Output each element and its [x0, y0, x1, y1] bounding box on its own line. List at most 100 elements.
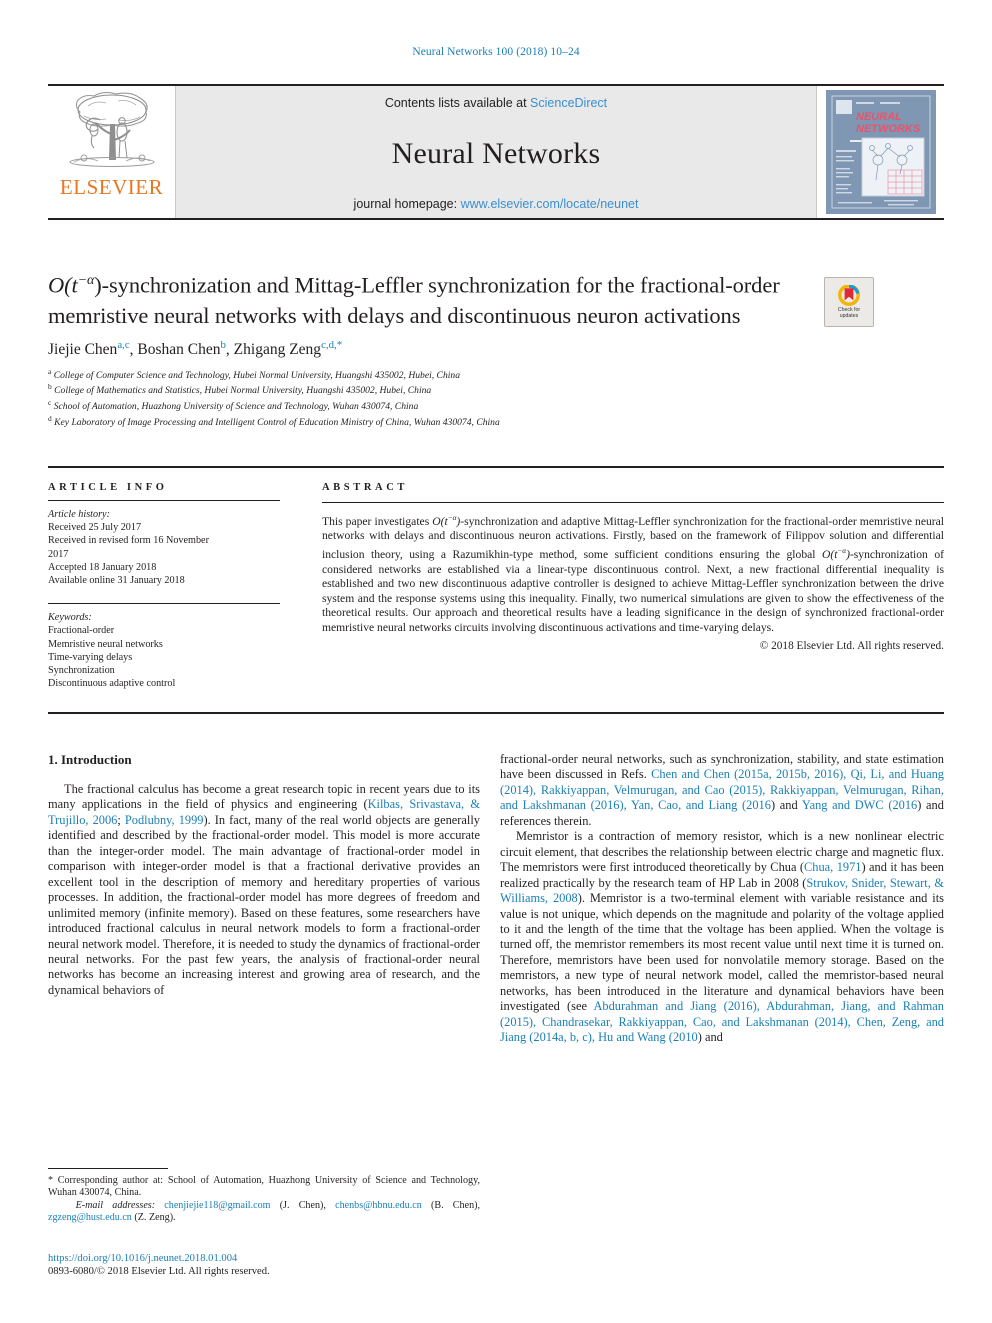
citation-yan-cao-liang[interactable]: Yan, Cao, and Liang: [631, 798, 737, 812]
intro-right2-h: (: [808, 1014, 819, 1029]
article-info-divider-1: [48, 500, 280, 501]
keyword-2: Time-varying delays: [48, 651, 133, 663]
author-3-marks[interactable]: c,d,*: [321, 339, 342, 351]
check-for-updates-icon: [838, 285, 860, 306]
citation-abdurahman-year[interactable]: 2016: [728, 999, 753, 1013]
citation-qi-li-huang[interactable]: Qi, Li, and Huang: [851, 767, 944, 781]
citation-yan-year[interactable]: 2016: [746, 798, 771, 812]
affiliation-c-mark: c: [48, 398, 52, 408]
history-item-3: Accepted 18 January 2018: [48, 561, 157, 573]
title-block: O(t−α)-synchronization and Mittag-Leffle…: [48, 266, 808, 429]
keyword-3: Synchronization: [48, 665, 115, 677]
citation-podlubny[interactable]: Podlubny, 1999: [125, 813, 204, 827]
doi-block: https://doi.org/10.1016/j.neunet.2018.01…: [48, 1252, 480, 1279]
issn-copyright-line: 0893-6080/© 2018 Elsevier Ltd. All right…: [48, 1266, 270, 1278]
affiliation-b: b College of Mathematics and Statistics,…: [48, 381, 808, 397]
abstract-part1: This paper investigates: [322, 514, 433, 528]
affiliation-a-mark: a: [48, 366, 52, 376]
email-label: E-mail addresses:: [75, 1199, 156, 1211]
citation-chua[interactable]: Chua, 1971: [804, 860, 861, 874]
article-page: Neural Networks 100 (2018) 10–24 ELSEVIE…: [0, 0, 992, 1323]
citation-chen-years[interactable]: 2015a, 2015b, 2016: [738, 767, 839, 781]
title-line1-rest: )-synchronization and Mittag-Leffler syn…: [94, 272, 635, 298]
info-band-bottom-rule: [48, 712, 944, 714]
citation-rihan-year[interactable]: 2016: [595, 798, 620, 812]
email-addresses-note: E-mail addresses: chenjiejie118@gmail.co…: [48, 1200, 480, 1225]
sciencedirect-link[interactable]: ScienceDirect: [530, 96, 607, 110]
intro-right-j: (: [737, 798, 747, 813]
history-item-2: 2017: [48, 548, 69, 560]
intro-right-e: ),: [528, 782, 541, 797]
contents-prefix: Contents lists available at: [384, 96, 531, 110]
citation-rakkiyappan-cao[interactable]: Rakkiyappan, Velmurugan, and Cao: [541, 783, 725, 797]
abstract-heading: ABSTRACT: [322, 482, 408, 493]
intro-paragraph-right-2: Memristor is a contraction of memory res…: [500, 829, 944, 1045]
crossmark-label: Check for updates: [838, 307, 860, 319]
author-1-marks[interactable]: a,c: [117, 339, 129, 351]
citation-yang-year[interactable]: 2016: [892, 798, 917, 812]
citation-hu-wang-year[interactable]: 2010: [673, 1030, 698, 1044]
author-list: Jiejie Chena,c, Boshan Chenb, Zhigang Ze…: [48, 339, 808, 359]
intro-right2-i: ),: [843, 1014, 857, 1029]
corresponding-author-note: * Corresponding author at: School of Aut…: [48, 1175, 480, 1199]
intro-right2-k: ),: [587, 1030, 599, 1045]
citation-abdurahman-rahman[interactable]: Abdurahman, Jiang, and Rahman: [766, 999, 944, 1013]
citation-yang-dwc[interactable]: Yang and DWC: [802, 798, 884, 812]
intro-paragraph-right-1: fractional-order neural networks, such a…: [500, 752, 944, 829]
intro-right2-e: ),: [752, 999, 767, 1014]
citation-chen-zeng-year[interactable]: 2014a, b, c: [533, 1030, 587, 1044]
citation-qi-year[interactable]: 2014: [504, 783, 529, 797]
intro-right2-d: (: [716, 999, 728, 1014]
email-link-2[interactable]: chenbs@hbnu.edu.cn: [335, 1200, 422, 1211]
citation-chandrasekar-year[interactable]: 2014: [819, 1015, 844, 1029]
author-1: Jiejie Chen: [48, 340, 118, 358]
article-info-divider-2: [48, 603, 280, 605]
citation-rahman-year[interactable]: 2015: [504, 1015, 529, 1029]
journal-cover-icon: NEURAL NETWORKS: [825, 90, 936, 214]
footnote-block: * Corresponding author at: School of Aut…: [48, 1168, 480, 1225]
intro-right2-g: ),: [528, 1014, 542, 1029]
history-item-4: Available online 31 January 2018: [48, 575, 185, 587]
citation-abdurahman-jiang[interactable]: Abdurahman and Jiang: [593, 999, 716, 1013]
masthead-center: Contents lists available at ScienceDirec…: [176, 86, 816, 218]
journal-homepage-link[interactable]: www.elsevier.com/locate/neunet: [461, 197, 639, 211]
citation-chen-and-chen[interactable]: Chen and Chen: [651, 767, 730, 781]
citation-hu-wang[interactable]: Hu and Wang: [598, 1030, 666, 1044]
title-math-sup-1: −α: [77, 273, 95, 288]
keyword-0: Fractional-order: [48, 625, 115, 637]
svg-text:NETWORKS: NETWORKS: [856, 123, 921, 135]
intro-right2-c: ). Memristor is a two-terminal element w…: [500, 891, 944, 1014]
intro-right-k: ) and: [770, 798, 802, 813]
intro-right2-l: (: [665, 1030, 673, 1045]
running-head: Neural Networks 100 (2018) 10–24: [412, 46, 580, 58]
citation-chandrasekar[interactable]: Chandrasekar, Rakkiyappan, Cao, and Laks…: [542, 1015, 809, 1029]
journal-homepage-line: journal homepage: www.elsevier.com/locat…: [354, 197, 639, 211]
email-link-3[interactable]: zgzeng@hust.edu.cn: [48, 1212, 132, 1223]
abstract-divider: [322, 502, 944, 503]
abstract-math-1a: O(t: [432, 514, 448, 528]
keyword-1: Memristive neural networks: [48, 638, 163, 650]
keyword-4: Discontinuous adaptive control: [48, 678, 176, 690]
intro-right-h: (: [585, 798, 595, 813]
history-item-0: Received 25 July 2017: [48, 522, 142, 534]
abstract-column: ABSTRACT This paper investigates O(t−α)-…: [322, 482, 944, 652]
crossmark-badge[interactable]: Check for updates: [824, 277, 874, 327]
article-history-label: Article history:: [48, 509, 110, 520]
affiliation-a-text: College of Computer Science and Technolo…: [53, 369, 461, 381]
author-2: Boshan Chen: [137, 340, 221, 358]
abstract-math-2a: O(t: [821, 547, 838, 561]
intro-right2-m: ) and: [697, 1030, 723, 1045]
author-3: Zhigang Zeng: [233, 340, 322, 358]
info-band-top-rule: [48, 466, 944, 468]
section-title-introduction: 1. Introduction: [48, 752, 132, 767]
article-info-column: ARTICLE INFO Article history: Received 2…: [48, 482, 280, 690]
citation-rakkiyappan-year[interactable]: 2015: [733, 783, 758, 797]
keywords-label: Keywords:: [48, 612, 92, 624]
article-info-heading: ARTICLE INFO: [48, 482, 168, 493]
journal-title: Neural Networks: [391, 136, 601, 170]
doi-link[interactable]: https://doi.org/10.1016/j.neunet.2018.01…: [48, 1252, 480, 1265]
intro-left-b: ;: [117, 812, 125, 827]
email-link-1[interactable]: chenjiejie118@gmail.com: [164, 1200, 270, 1211]
abstract-math-2sup: −α: [837, 547, 847, 556]
affiliation-b-mark: b: [48, 382, 52, 392]
